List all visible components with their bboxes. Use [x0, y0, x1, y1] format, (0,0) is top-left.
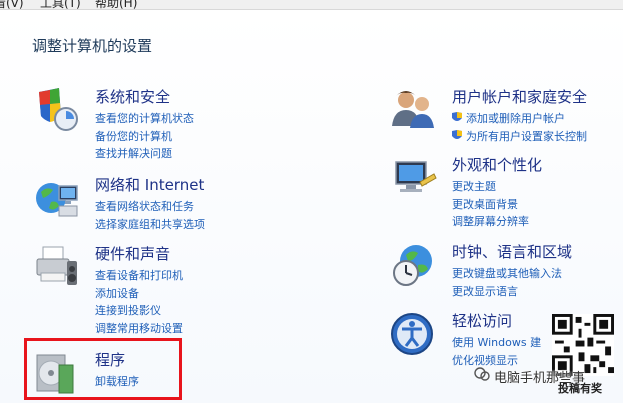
link-text: 添加或删除用户帐户: [466, 112, 565, 125]
link-devices-printers[interactable]: 查看设备和打印机: [95, 267, 183, 285]
link-screen-resolution[interactable]: 调整屏幕分辨率: [452, 213, 529, 231]
link-backup-computer[interactable]: 备份您的计算机: [95, 128, 194, 146]
shield-icon: [39, 88, 78, 131]
uac-shield-icon: [452, 129, 462, 139]
page-title: 调整计算机的设置: [32, 37, 153, 55]
link-add-remove-users[interactable]: 添加或删除用户帐户: [452, 110, 587, 128]
wechat-icon: [474, 367, 490, 381]
menu-tools[interactable]: 工具(T): [40, 0, 81, 9]
link-desktop-background[interactable]: 更改桌面背景: [452, 196, 529, 214]
category-title[interactable]: 轻松访问: [452, 310, 512, 331]
link-find-fix-problems[interactable]: 查找并解决问题: [95, 145, 194, 163]
menu-view[interactable]: 看(V): [0, 0, 24, 9]
clock-globe-icon: [393, 245, 432, 286]
link-view-network-status[interactable]: 查看网络状态和任务: [95, 198, 205, 216]
link-change-theme[interactable]: 更改主题: [452, 178, 529, 196]
category-title[interactable]: 硬件和声音: [95, 243, 170, 264]
link-view-computer-status[interactable]: 查看您的计算机状态: [95, 110, 194, 128]
link-text: 为所有用户设置家长控制: [466, 129, 587, 143]
link-parental-controls[interactable]: 为所有用户设置家长控制: [452, 128, 587, 146]
category-title[interactable]: 外观和个性化: [452, 154, 542, 175]
link-add-device[interactable]: 添加设备: [95, 285, 183, 303]
link-keyboard-input[interactable]: 更改键盘或其他输入法: [452, 265, 562, 283]
category-title[interactable]: 用户帐户和家庭安全: [452, 86, 587, 107]
link-windows-suggest[interactable]: 使用 Windows 建: [452, 334, 541, 352]
link-display-language[interactable]: 更改显示语言: [452, 283, 562, 301]
link-homegroup-sharing[interactable]: 选择家庭组和共享选项: [95, 216, 205, 234]
monitor-palette-icon: [395, 161, 437, 192]
menu-help[interactable]: 帮助(H): [95, 0, 137, 9]
accessibility-icon: [391, 313, 433, 355]
link-mobility-settings[interactable]: 调整常用移动设置: [95, 320, 183, 338]
uac-shield-icon: [452, 112, 462, 121]
link-connect-projector[interactable]: 连接到投影仪: [95, 302, 183, 320]
printer-icon: [36, 246, 77, 285]
category-title[interactable]: 网络和 Internet: [95, 174, 204, 195]
category-title[interactable]: 系统和安全: [95, 86, 170, 107]
network-globe-icon: [36, 183, 78, 217]
watermark-subtext: 投稿有奖: [558, 382, 602, 395]
menu-bar: 看(V) 工具(T) 帮助(H): [0, 0, 623, 10]
category-title[interactable]: 时钟、语言和区域: [452, 241, 572, 262]
users-icon: [392, 91, 434, 128]
highlight-box: [24, 338, 182, 400]
